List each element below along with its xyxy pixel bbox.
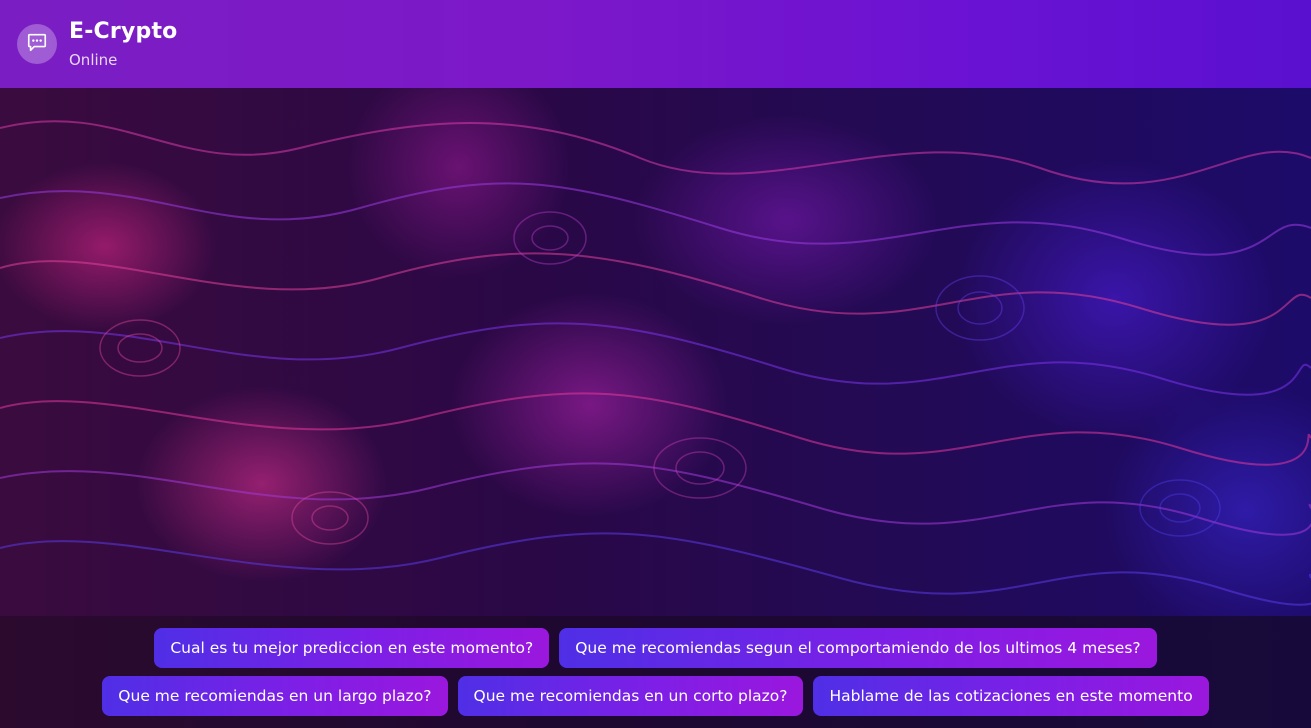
wallpaper-swirl-pattern (0, 120, 1311, 606)
suggestion-chip-short-term[interactable]: Que me recomiendas en un corto plazo? (457, 676, 804, 716)
chat-messages-area[interactable] (0, 88, 1311, 616)
suggestions-row: Que me recomiendas en un largo plazo? Qu… (0, 676, 1311, 716)
suggestion-chip-long-term[interactable]: Que me recomiendas en un largo plazo? (102, 676, 448, 716)
chat-title: E-Crypto (69, 19, 178, 44)
suggestion-chip-current-quotes[interactable]: Hablame de las cotizaciones en este mome… (813, 676, 1209, 716)
online-status: Online (69, 51, 118, 69)
suggestion-chip-last-4-months[interactable]: Que me recomiendas segun el comportamien… (559, 628, 1157, 668)
chat-header: E-Crypto Online (0, 0, 1311, 88)
chat-bubble-icon (26, 31, 48, 57)
suggestions-bar: Cual es tu mejor prediccion en este mome… (0, 616, 1311, 728)
suggestions-row: Cual es tu mejor prediccion en este mome… (0, 628, 1311, 668)
chat-app: E-Crypto Online Cual es tu mejor predicc… (0, 0, 1311, 728)
bot-avatar (17, 24, 57, 64)
suggestion-chip-best-prediction[interactable]: Cual es tu mejor prediccion en este mome… (154, 628, 550, 668)
